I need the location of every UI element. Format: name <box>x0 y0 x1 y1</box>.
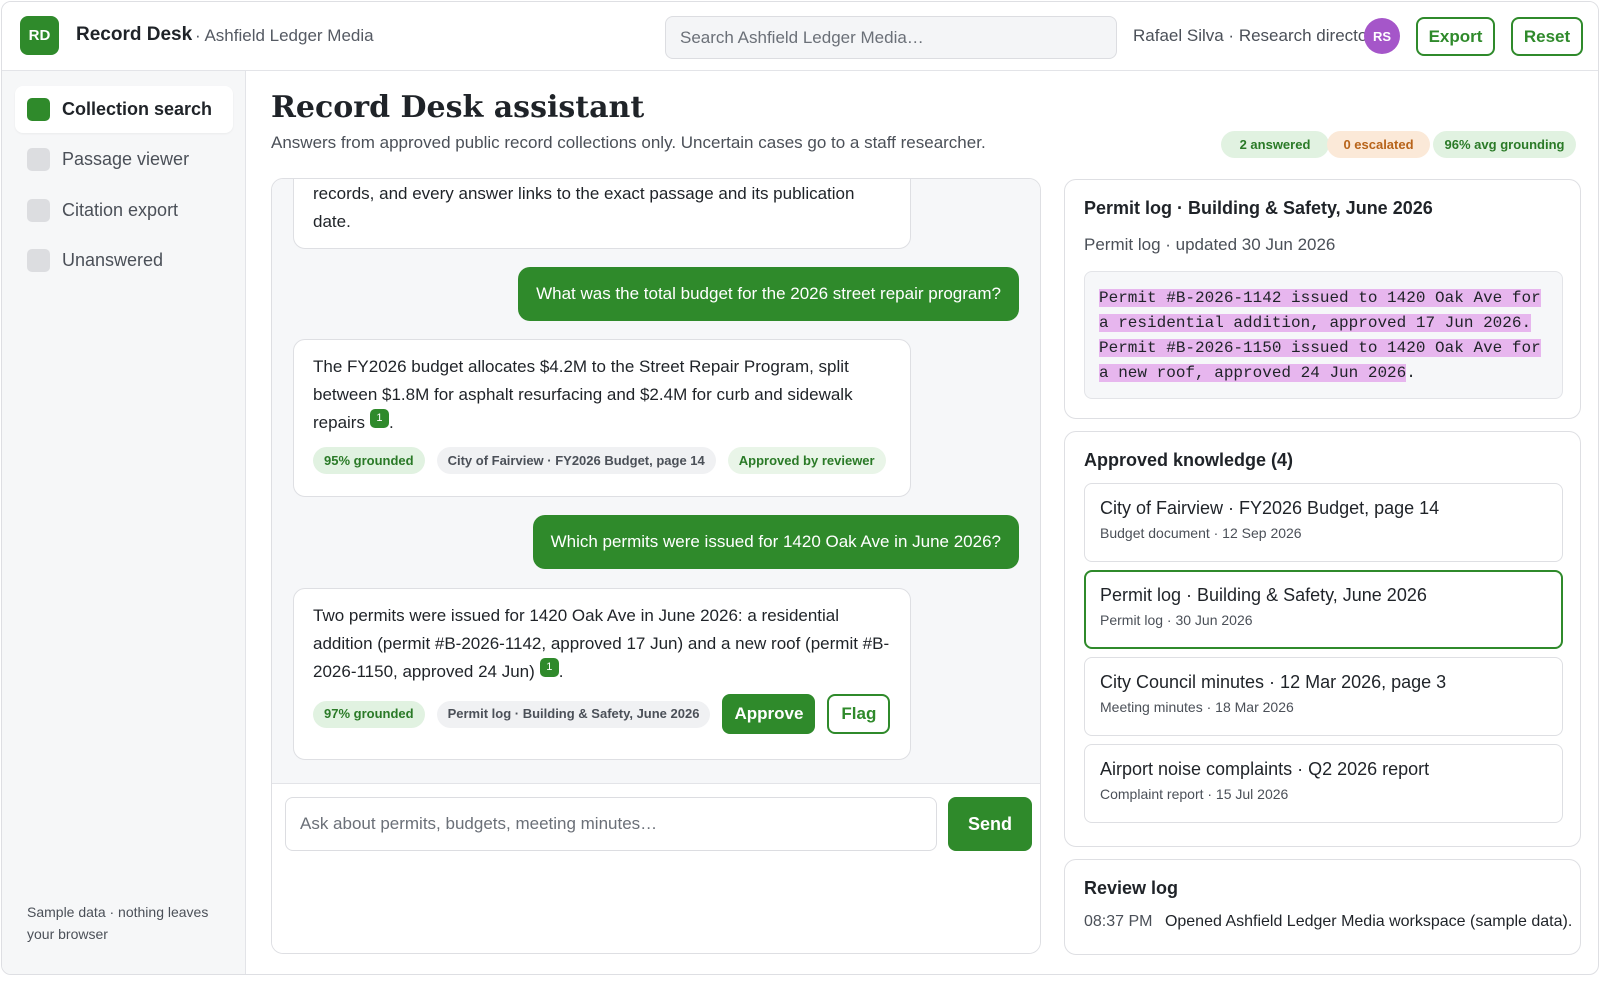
app-window: RD Record Desk · Ashfield Ledger Media R… <box>1 1 1599 975</box>
message-text-block: The FY2026 budget allocates $4.2M to the… <box>313 353 891 437</box>
source-chip[interactable]: Permit log · Building & Safety, June 202… <box>436 700 711 728</box>
log-entry-time: 08:37 PM <box>1084 913 1153 930</box>
sidebar-item-citation-export[interactable]: Citation export <box>15 187 233 234</box>
log-entry-text: Opened Ashfield Ledger Media workspace (… <box>1164 913 1573 930</box>
export-button[interactable]: Export <box>1416 17 1495 56</box>
message-text: Which permits were issued for 1420 Oak A… <box>550 532 1001 551</box>
user-info: Rafael Silva · Research director <box>1133 26 1373 45</box>
message-text: What was the total budget for the 2026 s… <box>536 284 1001 303</box>
highlighted-passage: Permit #B-2026-1142 issued to 1420 Oak A… <box>1099 289 1541 382</box>
knowledge-item[interactable]: City Council minutes · 12 Mar 2026, page… <box>1084 657 1563 736</box>
chat-composer: Send <box>272 783 1040 953</box>
knowledge-item[interactable]: Airport noise complaints · Q2 2026 repor… <box>1084 744 1563 823</box>
flag-button[interactable]: Flag <box>827 694 891 734</box>
page-title: Record Desk assistant <box>271 90 645 125</box>
nav-square-icon <box>27 148 50 171</box>
nav-square-icon <box>27 98 50 121</box>
message-end-punct: . <box>558 662 564 681</box>
chat-panel: records, and every answer links to the e… <box>271 178 1041 954</box>
passage-end-punct: . <box>1406 364 1416 382</box>
assistant-message: Two permits were issued for 1420 Oak Ave… <box>293 588 911 760</box>
knowledge-item-meta: Permit log · 30 Jun 2026 <box>1100 612 1253 628</box>
knowledge-item-meta: Budget document · 12 Sep 2026 <box>1100 525 1302 541</box>
assistant-message-intro: records, and every answer links to the e… <box>293 179 911 249</box>
message-text: Two permits were issued for 1420 Oak Ave… <box>313 606 890 681</box>
send-button[interactable]: Send <box>948 797 1032 851</box>
review-log-title: Review log <box>1084 878 1179 898</box>
knowledge-item-name: City Council minutes · 12 Mar 2026, page… <box>1100 672 1447 692</box>
reset-button[interactable]: Reset <box>1511 17 1583 56</box>
source-chip[interactable]: City of Fairview · FY2026 Budget, page 1… <box>436 447 716 474</box>
passage-meta: Permit log · updated 30 Jun 2026 <box>1084 235 1336 254</box>
knowledge-item-name: City of Fairview · FY2026 Budget, page 1… <box>1100 498 1440 518</box>
sidebar-item-label: Citation export <box>62 200 179 220</box>
sidebar-item-collection-search[interactable]: Collection search <box>15 86 233 133</box>
app-logo: RD <box>20 16 59 55</box>
grounding-chip: 95% grounded <box>313 447 425 474</box>
sidebar-item-label: Collection search <box>62 99 213 119</box>
passage-title: Permit log · Building & Safety, June 202… <box>1084 198 1433 218</box>
review-log-entry: 08:37 PM Opened Ashfield Ledger Media wo… <box>1084 913 1572 931</box>
chat-transcript[interactable]: records, and every answer links to the e… <box>272 179 1040 783</box>
chat-input[interactable] <box>285 797 937 851</box>
knowledge-title: Approved knowledge (4) <box>1084 450 1294 470</box>
app-title: Record Desk <box>76 24 193 45</box>
sidebar-item-passage-viewer[interactable]: Passage viewer <box>15 136 233 183</box>
sidebar: Collection search Passage viewer Citatio… <box>2 71 246 974</box>
knowledge-item[interactable]: City of Fairview · FY2026 Budget, page 1… <box>1084 483 1563 562</box>
passage-text-box: Permit #B-2026-1142 issued to 1420 Oak A… <box>1084 271 1563 399</box>
knowledge-item-meta: Meeting minutes · 18 Mar 2026 <box>1100 699 1294 715</box>
message-end-punct: . <box>388 413 394 432</box>
assistant-message: The FY2026 budget allocates $4.2M to the… <box>293 339 911 497</box>
avatar[interactable]: RS <box>1364 18 1400 54</box>
grounding-badge: 96% avg grounding <box>1433 131 1576 158</box>
escalated-count-badge: 0 escalated <box>1327 131 1430 158</box>
approved-knowledge-card: Approved knowledge (4) City of Fairview … <box>1064 431 1581 847</box>
message-meta-row: 95% grounded City of Fairview · FY2026 B… <box>313 447 891 474</box>
user-message: What was the total budget for the 2026 s… <box>518 267 1019 321</box>
review-log-card: Review log 08:37 PM Opened Ashfield Ledg… <box>1064 859 1581 955</box>
workspace-name: · Ashfield Ledger Media <box>195 26 374 45</box>
top-bar: RD Record Desk · Ashfield Ledger Media R… <box>2 2 1598 71</box>
approve-button[interactable]: Approve <box>722 694 816 734</box>
citation-marker[interactable]: 1 <box>539 658 559 677</box>
sidebar-item-unanswered[interactable]: Unanswered <box>15 237 233 284</box>
knowledge-item-selected[interactable]: Permit log · Building & Safety, June 202… <box>1084 570 1563 649</box>
citation-marker[interactable]: 1 <box>369 409 389 428</box>
knowledge-item-name: Permit log · Building & Safety, June 202… <box>1100 585 1427 605</box>
nav-square-icon <box>27 199 50 222</box>
message-meta-row: 97% grounded Permit log · Building & Saf… <box>313 694 891 734</box>
user-message: Which permits were issued for 1420 Oak A… <box>532 515 1019 569</box>
review-status-chip: Approved by reviewer <box>727 447 886 474</box>
knowledge-item-meta: Complaint report · 15 Jul 2026 <box>1100 786 1289 802</box>
message-text: records, and every answer links to the e… <box>313 184 855 231</box>
search-input[interactable] <box>665 16 1117 59</box>
nav-square-icon <box>27 249 50 272</box>
page-subtitle: Answers from approved public record coll… <box>271 133 986 152</box>
message-text-block: Two permits were issued for 1420 Oak Ave… <box>313 602 891 686</box>
knowledge-item-name: Airport noise complaints · Q2 2026 repor… <box>1100 759 1430 779</box>
passage-card: Permit log · Building & Safety, June 202… <box>1064 179 1581 419</box>
sidebar-item-label: Unanswered <box>62 250 164 270</box>
answered-count-badge: 2 answered <box>1221 131 1329 158</box>
sidebar-item-label: Passage viewer <box>62 149 190 169</box>
message-text: The FY2026 budget allocates $4.2M to the… <box>313 357 853 432</box>
sidebar-footer-note: Sample data · nothing leaves your browse… <box>27 904 209 942</box>
grounding-chip: 97% grounded <box>313 700 425 728</box>
